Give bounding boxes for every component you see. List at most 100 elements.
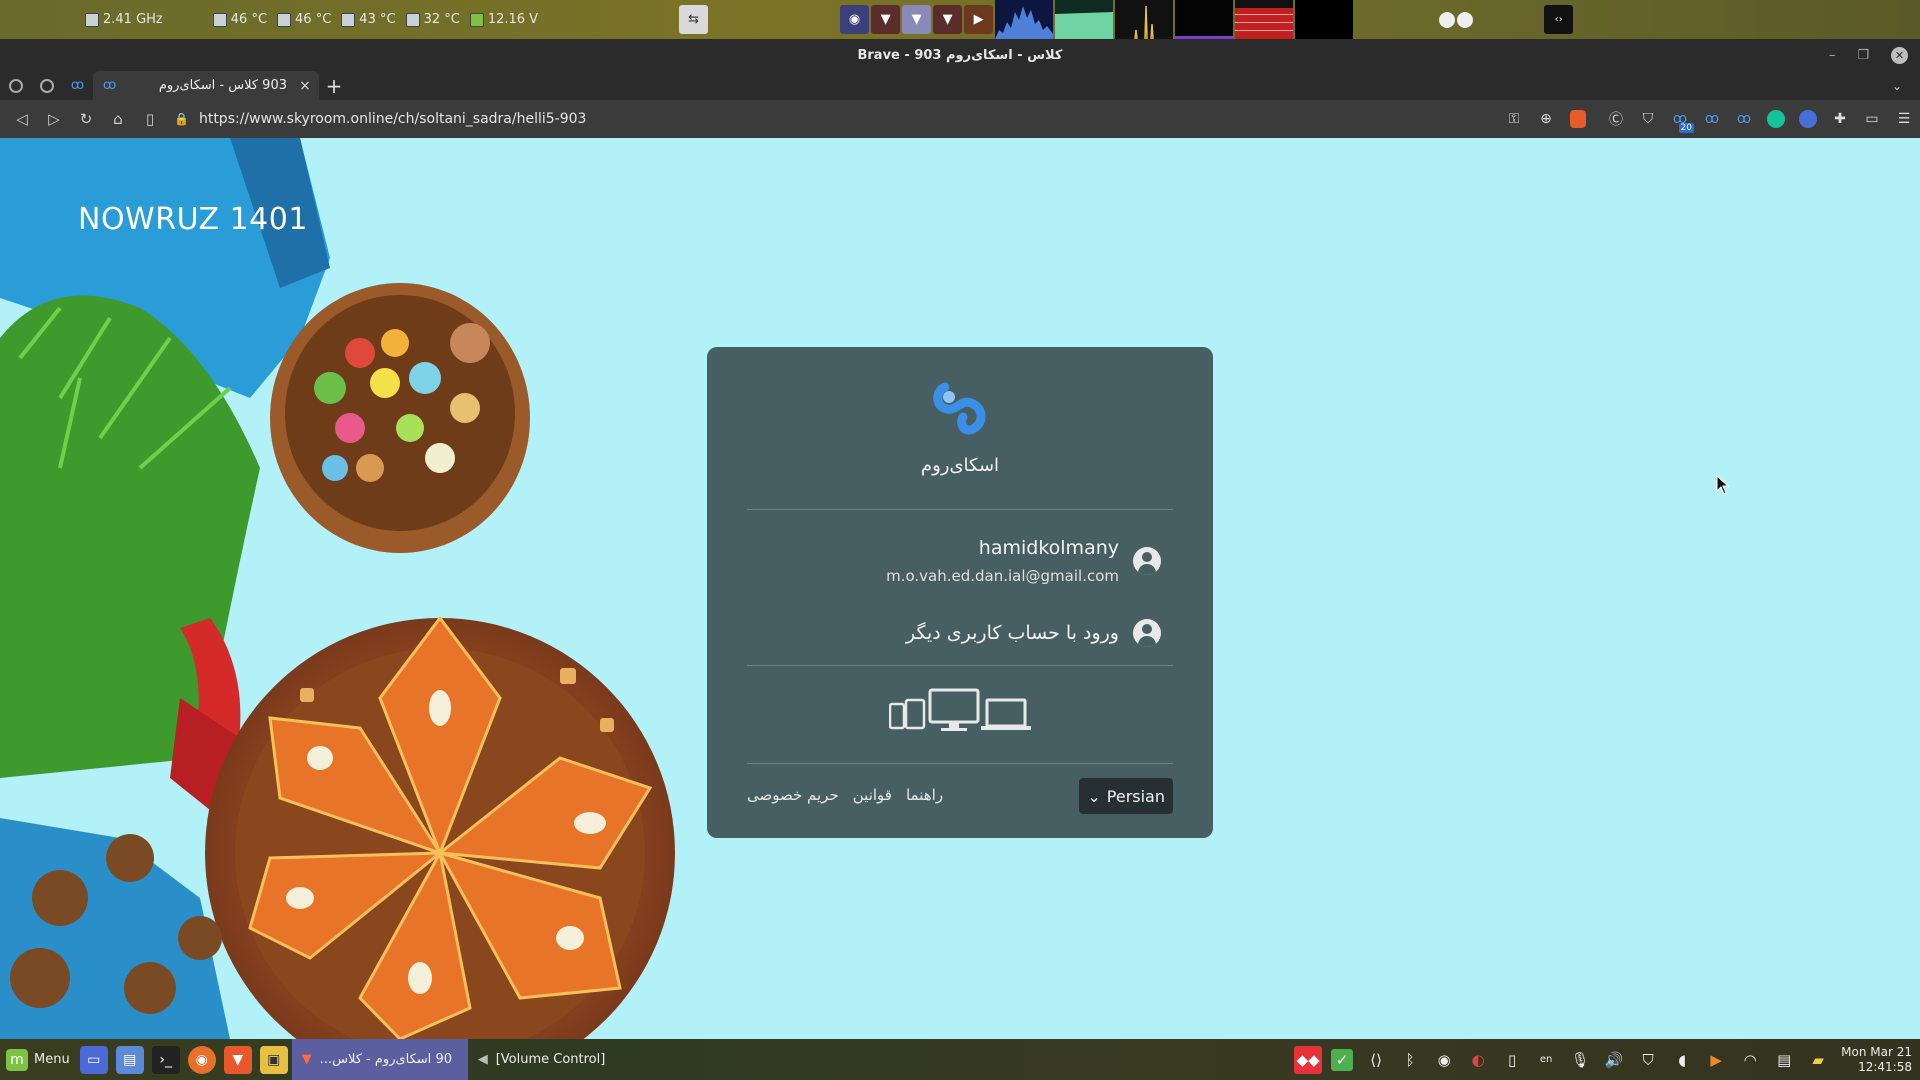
temp-sensor-4[interactable]: 32 °C	[405, 12, 460, 27]
brave-window-icon-active[interactable]: ▼	[902, 5, 932, 34]
swap-graph[interactable]	[1295, 0, 1354, 39]
extension-c-icon[interactable]: Ⓒ	[1600, 103, 1632, 135]
temp-sensor-1[interactable]: 46 °C	[212, 12, 268, 27]
clock[interactable]: Mon Mar 21 12:41:58	[1835, 1045, 1920, 1075]
temp-sensor-2[interactable]: 46 °C	[277, 12, 331, 27]
system-tray: ◆◆ ✓ ⟨⟩ ᛒ ◉ ◐ ▯ en 🎙 🔊 ⛉ ◖ ▶ ◠ ▤ ▰ Mon M…	[1291, 1039, 1920, 1080]
temp-value-2: 46 °C	[295, 12, 332, 27]
language-select[interactable]: ⌄ Persian	[1079, 778, 1173, 814]
extension-off-icon[interactable]: ꝏ	[1728, 103, 1760, 135]
saved-account-option[interactable]: hamidkolmany m.o.vah.ed.dan.ial@gmail.co…	[886, 537, 1161, 585]
taskbar-window-volume-control[interactable]: ◀ [Volume Control]	[468, 1039, 616, 1080]
tab-skyroom-class[interactable]: ꝏ 903 کلاس - اسکای‌روم ×	[93, 71, 319, 100]
menu-label: Menu	[34, 1052, 70, 1067]
mint-logo-icon: m	[6, 1048, 28, 1071]
mouse-cursor-icon	[1716, 475, 1730, 495]
microphone-icon[interactable]: 🎙	[1563, 1039, 1597, 1080]
audio-settings-icon[interactable]: ◖	[1665, 1039, 1699, 1080]
tab-close-icon[interactable]: ×	[297, 78, 313, 94]
cpu-frequency-sensor[interactable]: 2.41 GHz	[85, 12, 163, 27]
media-player-tray-icon[interactable]: ▶	[1699, 1039, 1733, 1080]
globe-icon	[8, 78, 23, 93]
taskbar-volume-label: [Volume Control]	[495, 1052, 606, 1067]
brave-launcher-icon[interactable]: ▼	[223, 1045, 252, 1074]
media-player-window-icon[interactable]: ▶	[964, 5, 994, 34]
code-applet-icon[interactable]: ‹›	[1544, 5, 1574, 34]
reload-button[interactable]: ↻	[70, 103, 102, 135]
load-graph[interactable]	[1235, 0, 1294, 39]
extension-shield-icon[interactable]: ⛉	[1632, 103, 1664, 135]
archive-manager-icon[interactable]: ▣	[259, 1045, 288, 1074]
clock-time: 12:41:58	[1858, 1059, 1912, 1074]
temperature-icon	[405, 12, 420, 27]
taskbar-window-label: 90 اسکای‌روم - کلاس...	[319, 1052, 452, 1067]
grammarly-icon[interactable]	[1760, 103, 1792, 135]
user-avatar-icon	[1133, 619, 1161, 647]
mpx-icon[interactable]: ◐	[1461, 1039, 1495, 1080]
vscode-icon[interactable]: ⟨⟩	[1359, 1039, 1393, 1080]
bottom-taskbar: m Menu ▭ ▤ ›_ ◉ ▼ ▣ ▼ 90 اسکای‌روم - کلا…	[0, 1039, 1920, 1080]
start-menu-button[interactable]: m Menu	[0, 1039, 76, 1080]
bookmark-button[interactable]: ▯	[134, 103, 166, 135]
clipboard-icon[interactable]: ▤	[1767, 1039, 1801, 1080]
volume-icon[interactable]: 🔊	[1597, 1039, 1631, 1080]
forward-button[interactable]: ▷	[38, 103, 70, 135]
speaker-icon: ◀	[477, 1052, 488, 1067]
discord-window-icon[interactable]: ◉	[840, 5, 870, 34]
search-extension-icon[interactable]	[1792, 103, 1824, 135]
pinned-tab-skyroom[interactable]: ꝏ	[62, 71, 93, 100]
zoom-icon[interactable]: ⊕	[1530, 103, 1562, 135]
discord-tray-icon[interactable]: ◉	[1427, 1039, 1461, 1080]
temperature-icon	[277, 12, 292, 27]
extension-badge-icon[interactable]: ꝏ 20	[1664, 103, 1696, 135]
show-desktop-icon[interactable]: ▭	[79, 1045, 108, 1074]
memory-graph[interactable]	[1055, 0, 1114, 39]
wallet-icon[interactable]: ▭	[1856, 103, 1888, 135]
temperature-icon	[341, 12, 356, 27]
wifi-icon[interactable]: ◠	[1733, 1039, 1767, 1080]
disk-graph[interactable]	[1175, 0, 1234, 39]
key-icon[interactable]: ⚿	[1498, 103, 1530, 135]
skyroom-extension-icon[interactable]: ꝏ	[1696, 103, 1728, 135]
update-manager-check-icon[interactable]: ✓	[1325, 1039, 1359, 1080]
minimize-icon[interactable]: –	[1829, 48, 1836, 63]
anydesk-icon[interactable]: ◆◆	[1291, 1039, 1325, 1080]
maximize-icon[interactable]: ❐	[1857, 48, 1869, 63]
temp-value-1: 46 °C	[230, 12, 268, 27]
window-titlebar[interactable]: Brave - 903 کلاس - اسکای‌روم – ❐ ✕	[0, 39, 1920, 71]
security-shield-icon[interactable]: ⛉	[1631, 1039, 1665, 1080]
back-button[interactable]: ◁	[6, 103, 38, 135]
address-bar[interactable]: 🔒 https://www.skyroom.online/ch/soltani_…	[166, 103, 1498, 135]
bluetooth-icon[interactable]: ᛒ	[1393, 1039, 1427, 1080]
tab-list-chevron-icon[interactable]: ⌄	[1892, 79, 1902, 93]
privacy-link[interactable]: حریم خصوصی	[747, 786, 839, 804]
taskbar-window-brave[interactable]: ▼ 90 اسکای‌روم - کلاس...	[291, 1039, 468, 1080]
pinned-tab-2[interactable]	[31, 71, 62, 100]
battery-tray-icon[interactable]: ▯	[1495, 1039, 1529, 1080]
browser-menu-icon[interactable]: ☰	[1888, 103, 1920, 135]
home-button[interactable]: ⌂	[102, 103, 134, 135]
temperature-icon	[212, 12, 227, 27]
new-tab-button[interactable]: +	[319, 74, 349, 98]
temp-sensor-3[interactable]: 43 °C	[341, 12, 396, 27]
pinned-tab-1[interactable]	[0, 71, 31, 100]
terminal-icon[interactable]: ›_	[151, 1045, 180, 1074]
terms-link[interactable]: قوانین	[853, 786, 892, 804]
cpu-graph[interactable]	[995, 0, 1054, 39]
extensions-puzzle-icon[interactable]: ✚	[1824, 103, 1856, 135]
keyboard-layout[interactable]: en	[1529, 1039, 1563, 1080]
file-manager-icon[interactable]: ▤	[115, 1045, 144, 1074]
tab-label: 903 کلاس - اسکای‌روم	[158, 78, 287, 93]
other-account-option[interactable]: ورود با حساب کاربری دیگر	[906, 619, 1161, 647]
brave-window-icon[interactable]: ▼	[871, 5, 901, 34]
system-top-panel: 2.41 GHz 46 °C 46 °C 43 °C 32 °C 12.16 V…	[0, 0, 1920, 39]
brave-window-icon[interactable]: ▼	[933, 5, 963, 34]
close-window-icon[interactable]: ✕	[1891, 46, 1908, 64]
workspace-switcher-icon[interactable]: ⇆	[679, 5, 709, 34]
network-graph[interactable]	[1115, 0, 1174, 39]
help-link[interactable]: راهنما	[906, 786, 943, 804]
notes-icon[interactable]: ▰	[1801, 1039, 1835, 1080]
firefox-icon[interactable]: ◉	[187, 1045, 216, 1074]
voltage-sensor[interactable]: 12.16 V	[469, 12, 538, 27]
brave-shields-icon[interactable]	[1562, 103, 1594, 135]
